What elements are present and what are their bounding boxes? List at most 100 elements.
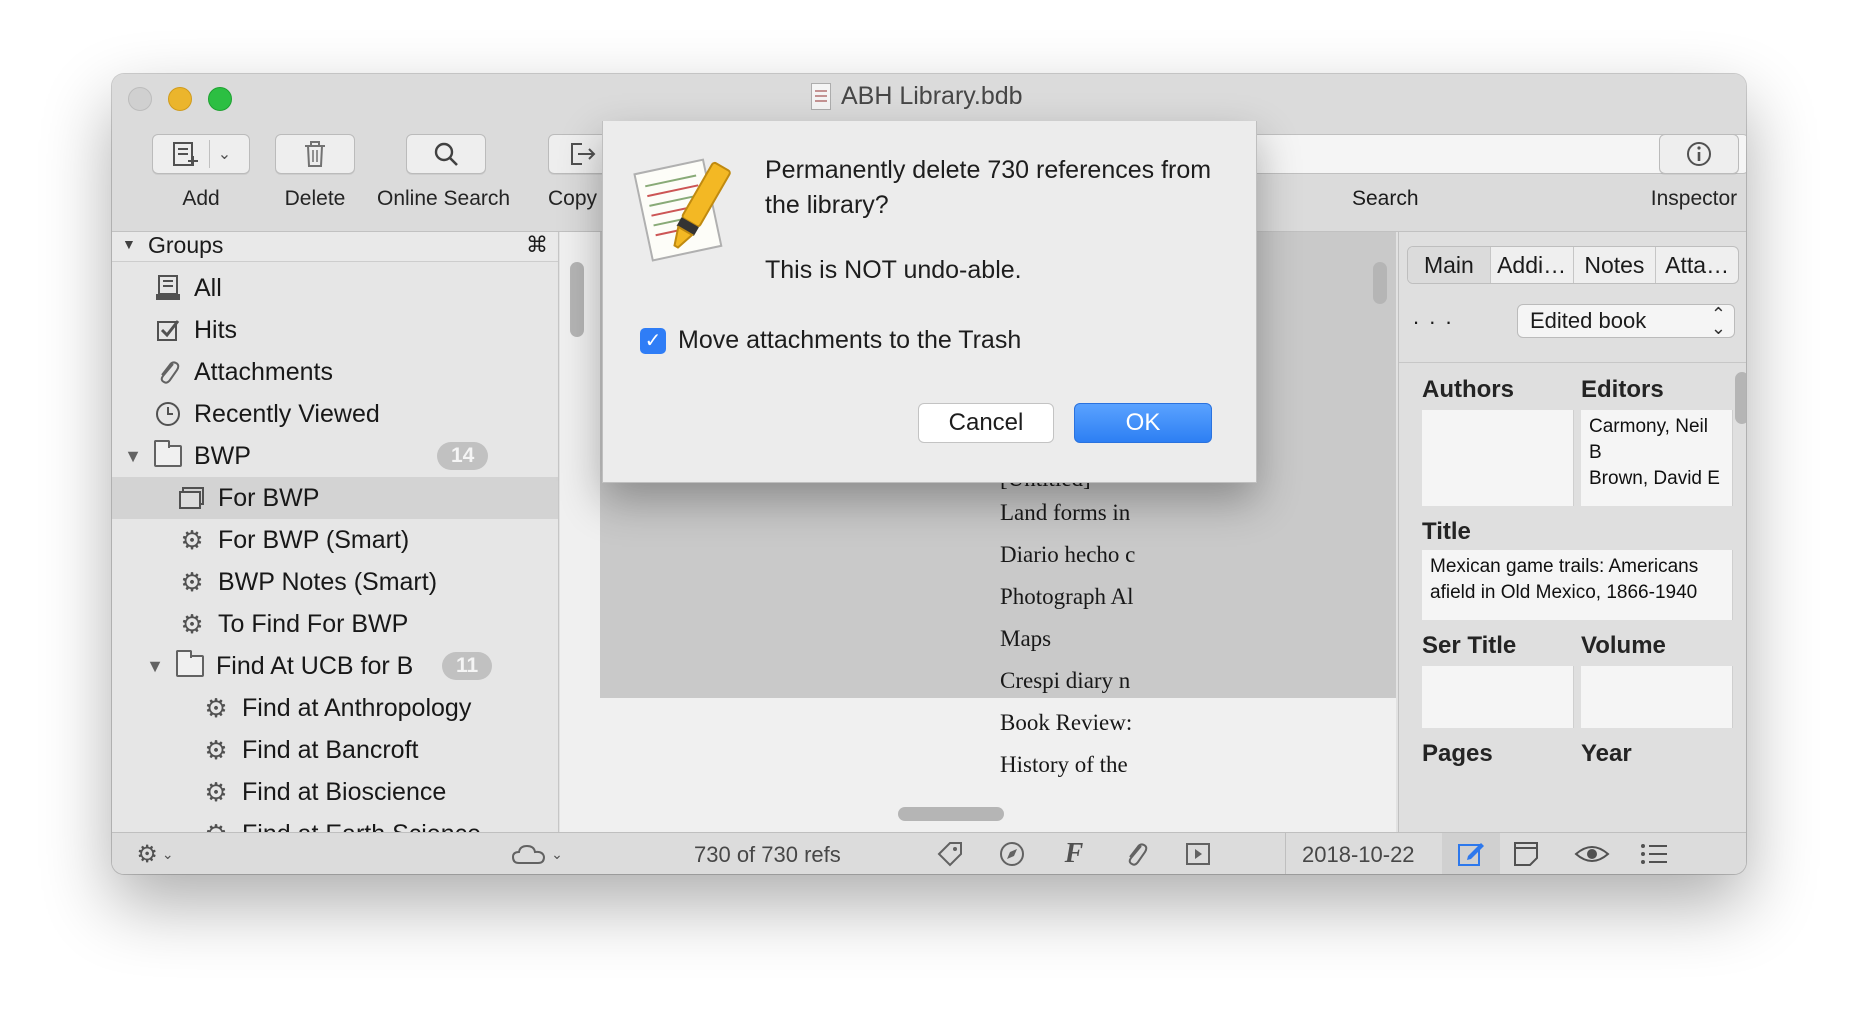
volume-field[interactable] bbox=[1581, 666, 1733, 728]
paperclip-icon[interactable] bbox=[1120, 841, 1152, 867]
pages-label: Pages bbox=[1422, 740, 1493, 767]
chevron-down-icon[interactable]: ⌄ bbox=[218, 144, 231, 164]
group-item-find-at-bioscience[interactable]: ⚙ Find at Bioscience bbox=[112, 771, 558, 813]
group-item-recently-viewed[interactable]: Recently Viewed bbox=[112, 393, 558, 435]
year-label: Year bbox=[1581, 740, 1632, 767]
title-field[interactable]: Mexican game trails: Americans afield in… bbox=[1422, 550, 1733, 620]
window-title: ABH Library.bdb bbox=[811, 82, 1023, 111]
status-bar: ⚙ ⌄ ⌄ 730 of 730 refs F 2018-10-22 bbox=[112, 832, 1746, 874]
list-item-title[interactable]: History of the bbox=[1000, 752, 1128, 778]
dialog-warning: This is NOT undo-able. bbox=[765, 256, 1022, 284]
note-icon[interactable] bbox=[1510, 841, 1542, 867]
inspector-button[interactable] bbox=[1659, 134, 1739, 174]
library-icon bbox=[154, 274, 182, 302]
delete-label: Delete bbox=[284, 187, 346, 210]
group-label: Hits bbox=[194, 315, 238, 344]
group-item-bwp-notes-smart[interactable]: ⚙ BWP Notes (Smart) bbox=[112, 561, 558, 603]
compass-icon[interactable] bbox=[996, 841, 1028, 867]
checkmark-icon[interactable]: ✓ bbox=[640, 327, 666, 354]
authors-field[interactable] bbox=[1422, 410, 1574, 506]
folder-icon bbox=[176, 650, 204, 680]
group-item-find-at-anthropology[interactable]: ⚙ Find at Anthropology bbox=[112, 687, 558, 729]
group-item-attachments[interactable]: Attachments bbox=[112, 351, 558, 393]
delete-button[interactable] bbox=[275, 134, 355, 174]
list-item-title[interactable]: Crespi diary n bbox=[1000, 668, 1130, 694]
group-item-bwp[interactable]: ▼ BWP 14 bbox=[112, 435, 558, 477]
command-icon[interactable]: ⌘ bbox=[526, 232, 548, 258]
group-item-all[interactable]: All bbox=[112, 267, 558, 309]
list-item-title[interactable]: Photograph Al bbox=[1000, 584, 1134, 610]
online-search-button[interactable] bbox=[406, 134, 486, 174]
static-group-icon bbox=[178, 484, 206, 512]
authors-label: Authors bbox=[1422, 376, 1514, 403]
list-vertical-scrollbar-thumb[interactable] bbox=[1373, 262, 1387, 304]
gear-icon: ⚙ bbox=[180, 608, 204, 639]
tag-icon[interactable] bbox=[934, 841, 966, 867]
move-to-trash-checkbox[interactable]: ✓ Move attachments to the Trash bbox=[640, 326, 1021, 355]
list-horizontal-scrollbar-thumb[interactable] bbox=[898, 807, 1004, 821]
tab-main[interactable]: Main bbox=[1408, 247, 1491, 283]
list-icon[interactable] bbox=[1638, 841, 1670, 867]
ser-title-label: Ser Title bbox=[1422, 632, 1517, 659]
group-item-hits[interactable]: Hits bbox=[112, 309, 558, 351]
online-search-label: Online Search bbox=[377, 187, 511, 210]
eye-icon[interactable] bbox=[1572, 841, 1612, 867]
list-item-title[interactable]: Diario hecho c bbox=[1000, 542, 1135, 568]
close-window-button[interactable] bbox=[128, 87, 152, 111]
volume-label: Volume bbox=[1581, 632, 1666, 659]
info-icon bbox=[1687, 142, 1711, 166]
editors-field[interactable]: Carmony, Neil B Brown, David E bbox=[1581, 410, 1733, 506]
ser-title-field[interactable] bbox=[1422, 666, 1574, 728]
tab-attachments[interactable]: Atta… bbox=[1656, 247, 1738, 283]
delete-confirmation-dialog: Permanently delete 730 references from t… bbox=[602, 121, 1257, 483]
search-label: Search bbox=[1352, 187, 1419, 210]
ok-button[interactable]: OK bbox=[1074, 403, 1212, 443]
gear-icon: ⚙ bbox=[180, 566, 204, 597]
group-item-for-bwp-smart[interactable]: ⚙ For BWP (Smart) bbox=[112, 519, 558, 561]
format-icon[interactable]: F bbox=[1058, 838, 1090, 869]
magnifier-icon bbox=[434, 142, 458, 166]
inspector-scrollbar-thumb[interactable] bbox=[1735, 372, 1746, 424]
list-item-title[interactable]: Book Review: bbox=[1000, 710, 1132, 736]
title-bar: ABH Library.bdb bbox=[112, 74, 1746, 124]
group-item-for-bwp[interactable]: For BWP bbox=[112, 477, 558, 519]
disclosure-triangle-icon[interactable]: ▼ bbox=[122, 236, 136, 252]
group-item-find-at-earth-science[interactable]: ⚙ Find at Earth Science bbox=[112, 813, 558, 833]
online-search-toolbar-item: Online Search bbox=[377, 134, 510, 211]
list-item-title[interactable]: Land forms in bbox=[1000, 500, 1130, 526]
split-divider bbox=[208, 140, 210, 168]
add-button[interactable]: ⌄ bbox=[152, 134, 250, 174]
reference-count: 730 of 730 refs bbox=[694, 842, 841, 867]
minimize-window-button[interactable] bbox=[168, 87, 192, 111]
cloud-icon[interactable]: ⌄ bbox=[507, 841, 567, 867]
list-item-title[interactable]: Maps bbox=[1000, 626, 1051, 652]
groups-header-label: Groups bbox=[148, 232, 224, 258]
cancel-button[interactable]: Cancel bbox=[918, 403, 1054, 443]
group-item-find-at-ucb[interactable]: ▼ Find At UCB for B 11 bbox=[112, 645, 558, 687]
add-label: Add bbox=[182, 187, 220, 210]
group-label: For BWP (Smart) bbox=[218, 525, 410, 554]
groups-header[interactable]: ▼ Groups ⌘ bbox=[112, 232, 558, 262]
group-label: Find at Earth Science bbox=[242, 820, 481, 833]
window-title-text: ABH Library.bdb bbox=[841, 82, 1023, 110]
tab-additional[interactable]: Addi… bbox=[1491, 247, 1574, 283]
preview-icon[interactable] bbox=[1182, 841, 1214, 867]
zoom-window-button[interactable] bbox=[208, 87, 232, 111]
reference-type-select[interactable]: Edited book ⌃ ⌄ bbox=[1517, 304, 1735, 338]
group-item-to-find-for-bwp[interactable]: ⚙ To Find For BWP bbox=[112, 603, 558, 645]
inspector-pane: Main Addi… Notes Atta… . . . Edited book… bbox=[1398, 232, 1746, 832]
dialog-message: Permanently delete 730 references from t… bbox=[765, 156, 1212, 219]
gear-icon: ⚙ bbox=[202, 819, 230, 833]
disclosure-triangle-icon[interactable]: ▼ bbox=[144, 656, 166, 677]
add-toolbar-item: ⌄ Add bbox=[152, 134, 250, 211]
groups-scrollbar-thumb[interactable] bbox=[570, 262, 584, 337]
edit-icon[interactable] bbox=[1442, 833, 1500, 874]
disclosure-triangle-icon[interactable]: ▼ bbox=[122, 446, 144, 467]
group-item-find-at-bancroft[interactable]: ⚙ Find at Bancroft bbox=[112, 729, 558, 771]
gear-menu-icon[interactable]: ⚙ ⌄ bbox=[130, 841, 180, 868]
gear-icon: ⚙ bbox=[204, 776, 228, 807]
group-label: Recently Viewed bbox=[194, 399, 380, 428]
tab-notes[interactable]: Notes bbox=[1574, 247, 1657, 283]
checkbox-icon bbox=[154, 316, 182, 344]
more-actions-button[interactable]: . . . bbox=[1413, 304, 1454, 330]
